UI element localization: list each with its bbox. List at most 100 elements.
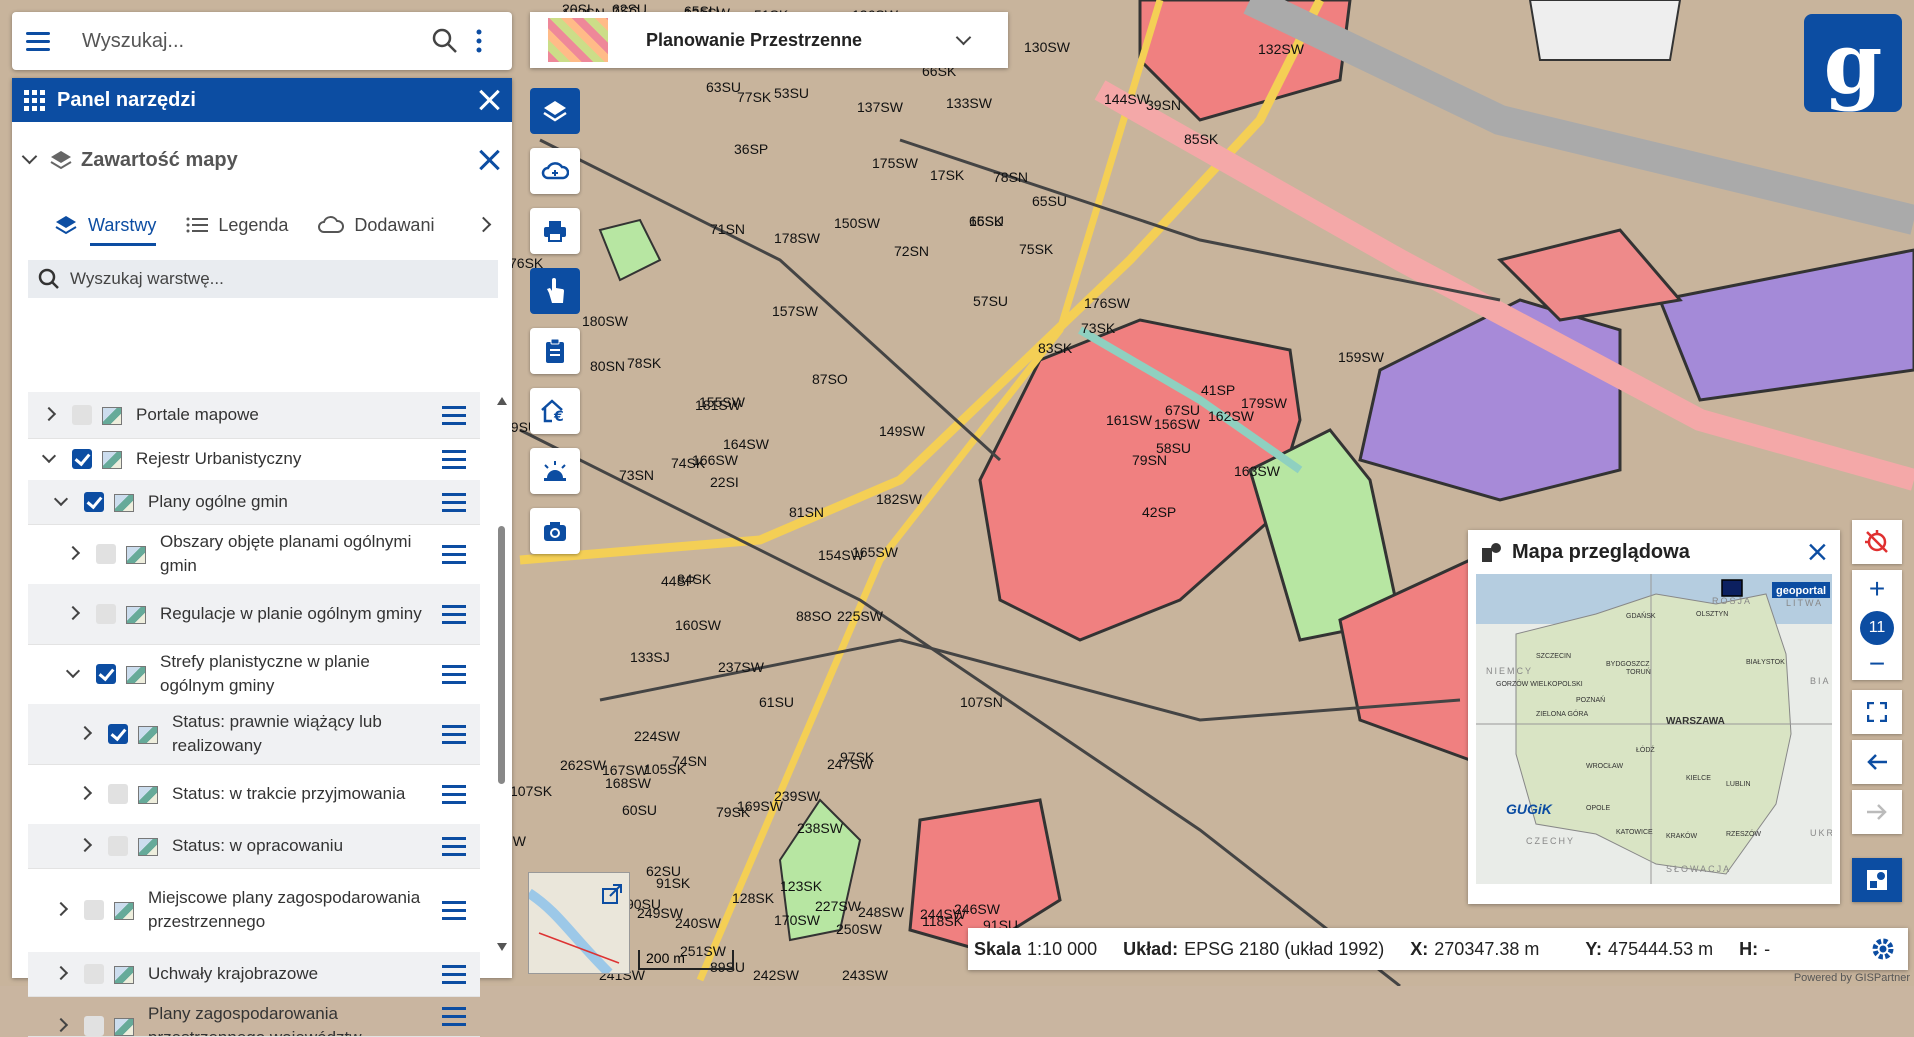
zoom-out-icon[interactable]: − bbox=[1869, 650, 1885, 678]
layer-options-icon[interactable] bbox=[442, 901, 466, 920]
full-extent-button[interactable] bbox=[1852, 690, 1902, 734]
layer-options-icon[interactable] bbox=[442, 725, 466, 744]
tabs-scroll-right-icon[interactable] bbox=[475, 216, 492, 233]
layer-list-scrollbar[interactable] bbox=[498, 526, 505, 784]
layer-checkbox[interactable] bbox=[96, 604, 116, 624]
layer-checkbox[interactable] bbox=[72, 405, 92, 425]
layer-options-icon[interactable] bbox=[442, 450, 466, 469]
layer-options-icon[interactable] bbox=[442, 785, 466, 804]
report-button[interactable] bbox=[530, 328, 580, 374]
layer-row[interactable]: Miejscowe plany zagospodarowania przestr… bbox=[28, 868, 480, 953]
scroll-down-icon[interactable] bbox=[496, 942, 508, 952]
main-menu-icon[interactable] bbox=[26, 31, 56, 51]
layer-checkbox[interactable] bbox=[84, 492, 104, 512]
chevron-right-icon[interactable] bbox=[77, 785, 93, 801]
layer-checkbox[interactable] bbox=[84, 964, 104, 984]
identify-button[interactable] bbox=[530, 268, 580, 314]
map-zone-label: 224SW bbox=[634, 728, 681, 744]
layer-row[interactable]: Portale mapowe bbox=[28, 392, 480, 439]
layer-row[interactable]: Regulacje w planie ogólnym gminy bbox=[28, 584, 480, 645]
mini-map-thumbnail[interactable] bbox=[528, 872, 630, 974]
layer-row[interactable]: Plany ogólne gmin bbox=[28, 480, 480, 525]
zoom-in-icon[interactable]: + bbox=[1869, 575, 1885, 603]
map-zone-label: 133SW bbox=[946, 95, 993, 111]
tab-legend[interactable]: Legenda bbox=[186, 198, 288, 252]
chevron-right-icon[interactable] bbox=[53, 1017, 69, 1033]
scale-value[interactable]: 1:10 000 bbox=[1027, 939, 1097, 960]
alerts-button[interactable] bbox=[530, 448, 580, 494]
chevron-down-icon[interactable] bbox=[21, 148, 38, 164]
close-overview-map-icon[interactable] bbox=[1807, 542, 1828, 563]
add-data-button[interactable] bbox=[530, 148, 580, 194]
chevron-right-icon[interactable] bbox=[53, 965, 69, 981]
crs-value[interactable]: EPSG 2180 (układ 1992) bbox=[1184, 939, 1384, 960]
map-zone-label: 15SK bbox=[969, 213, 1004, 229]
chevron-right-icon[interactable] bbox=[53, 901, 69, 917]
layer-options-icon[interactable] bbox=[442, 493, 466, 512]
layer-options-icon[interactable] bbox=[442, 406, 466, 425]
layer-options-icon[interactable] bbox=[442, 1007, 466, 1026]
layer-checkbox[interactable] bbox=[96, 664, 116, 684]
close-map-content-icon[interactable] bbox=[476, 147, 502, 173]
chevron-down-icon[interactable] bbox=[955, 29, 972, 46]
previous-extent-button[interactable] bbox=[1852, 740, 1902, 784]
image-layer-icon bbox=[114, 1018, 134, 1036]
geoportal-logo[interactable]: g bbox=[1804, 14, 1902, 113]
external-link-icon[interactable] bbox=[601, 883, 623, 905]
layer-row[interactable]: Rejestr Urbanistyczny bbox=[28, 438, 480, 481]
tab-layers[interactable]: Warstwy bbox=[54, 198, 157, 252]
layer-checkbox[interactable] bbox=[72, 449, 92, 469]
map-zone-label: 17SK bbox=[930, 167, 965, 183]
overview-map-toggle-button[interactable] bbox=[1852, 858, 1902, 902]
overview-city-label: RZESZÓW bbox=[1726, 829, 1761, 838]
layer-checkbox[interactable] bbox=[96, 544, 116, 564]
map-content-header[interactable]: Zawartość mapy bbox=[12, 122, 512, 198]
settings-gear-icon[interactable] bbox=[1870, 936, 1896, 962]
clear-selection-button[interactable] bbox=[1852, 520, 1902, 564]
layer-options-icon[interactable] bbox=[442, 965, 466, 984]
layers-tool-button[interactable] bbox=[530, 88, 580, 134]
layer-row[interactable]: Status: w trakcie przyjmowania bbox=[28, 764, 480, 825]
chevron-right-icon[interactable] bbox=[65, 605, 81, 621]
layer-row[interactable]: Obszary objęte planami ogólnymi gmin bbox=[28, 524, 480, 585]
overview-extent-marker[interactable] bbox=[1721, 579, 1743, 597]
layer-options-icon[interactable] bbox=[442, 665, 466, 684]
property-value-button[interactable]: € bbox=[530, 388, 580, 434]
theme-selector[interactable]: Planowanie Przestrzenne bbox=[530, 12, 1008, 68]
chevron-right-icon[interactable] bbox=[77, 837, 93, 853]
chevron-down-icon[interactable] bbox=[65, 663, 81, 679]
layer-checkbox[interactable] bbox=[108, 724, 128, 744]
screenshot-button[interactable] bbox=[530, 508, 580, 554]
scroll-up-icon[interactable] bbox=[496, 396, 508, 406]
print-button[interactable] bbox=[530, 208, 580, 254]
layer-row[interactable]: Strefy planistyczne w planie ogólnym gmi… bbox=[28, 644, 480, 705]
house-euro-icon: € bbox=[541, 399, 564, 424]
layer-label: Portale mapowe bbox=[136, 405, 259, 424]
layer-search-field[interactable]: Wyszukaj warstwę... bbox=[28, 260, 498, 298]
overview-city-label: OPOLE bbox=[1586, 805, 1610, 812]
layer-checkbox[interactable] bbox=[108, 784, 128, 804]
close-tools-panel-icon[interactable] bbox=[476, 87, 502, 113]
layer-checkbox[interactable] bbox=[108, 836, 128, 856]
next-extent-button[interactable] bbox=[1852, 790, 1902, 834]
layer-checkbox[interactable] bbox=[84, 900, 104, 920]
chevron-right-icon[interactable] bbox=[77, 725, 93, 741]
layer-options-icon[interactable] bbox=[442, 605, 466, 624]
layer-options-icon[interactable] bbox=[442, 837, 466, 856]
layer-row[interactable]: Status: prawnie wiążący lub realizowany bbox=[28, 704, 480, 765]
overview-map-canvas[interactable]: GDAŃSK OLSZTYN SZCZECIN BYDGOSZCZTORUŃ BIAŁY… bbox=[1476, 574, 1833, 884]
tab-add[interactable]: Dodawani bbox=[318, 198, 438, 252]
geoportal-logo-text: geoportal bbox=[1776, 585, 1826, 597]
layer-row[interactable]: Plany zagospodarowania przestrzennego wo… bbox=[28, 996, 480, 1037]
chevron-down-icon[interactable] bbox=[41, 448, 57, 464]
layer-row[interactable]: Status: w opracowaniu bbox=[28, 824, 480, 869]
layer-options-icon[interactable] bbox=[442, 545, 466, 564]
more-options-icon[interactable] bbox=[474, 28, 484, 54]
chevron-right-icon[interactable] bbox=[41, 406, 57, 422]
chevron-down-icon[interactable] bbox=[53, 491, 69, 507]
search-icon[interactable] bbox=[432, 28, 458, 54]
search-input[interactable] bbox=[80, 28, 424, 54]
layer-row[interactable]: Uchwały krajobrazowe bbox=[28, 952, 480, 997]
layer-checkbox[interactable] bbox=[84, 1016, 104, 1036]
chevron-right-icon[interactable] bbox=[65, 545, 81, 561]
